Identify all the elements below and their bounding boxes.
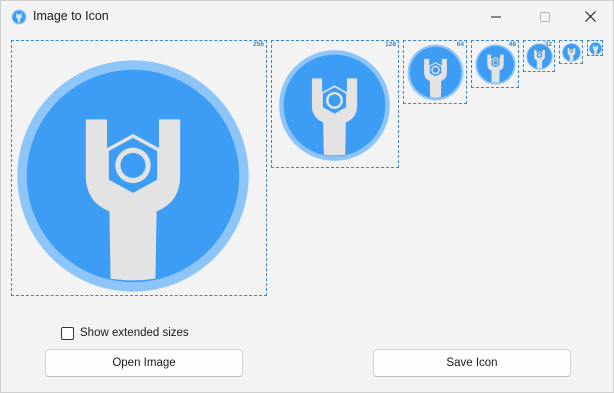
wrench-nut-icon xyxy=(562,43,581,62)
minimize-icon xyxy=(491,16,501,17)
preview-frame-64: 64 xyxy=(403,40,467,104)
wrench-nut-icon xyxy=(17,60,249,292)
open-image-button[interactable]: Open Image xyxy=(45,349,243,377)
title-bar: Image to Icon xyxy=(1,1,613,33)
preview-frame-128: 128 xyxy=(271,40,399,168)
show-extended-sizes-checkbox[interactable] xyxy=(61,326,74,340)
size-label: 128 xyxy=(385,41,396,48)
preview-frame-24: 24 xyxy=(559,40,583,64)
preview-frame-256: 256 xyxy=(11,40,267,296)
maximize-icon xyxy=(540,11,550,22)
app-icon xyxy=(11,9,27,25)
preview-frame-32: 32 xyxy=(523,40,555,72)
maximize-button[interactable] xyxy=(522,1,568,32)
wrench-nut-icon xyxy=(526,43,553,70)
show-extended-sizes-option[interactable]: Show extended sizes xyxy=(61,325,189,341)
preview-frame-16: 16 xyxy=(587,40,603,56)
close-icon xyxy=(584,11,596,22)
app-window: Image to Icon 256 128 64 48 32 Show exte… xyxy=(0,0,614,393)
preview-frame-48: 48 xyxy=(471,40,519,88)
wrench-nut-icon xyxy=(407,44,464,101)
wrench-nut-icon xyxy=(589,42,602,55)
save-icon-button[interactable]: Save Icon xyxy=(373,349,571,377)
size-label: 256 xyxy=(253,41,264,48)
wrench-nut-icon xyxy=(279,50,390,161)
close-button[interactable] xyxy=(567,1,613,32)
show-extended-sizes-label: Show extended sizes xyxy=(80,327,189,339)
wrench-nut-icon xyxy=(475,44,516,85)
window-title: Image to Icon xyxy=(33,9,109,23)
minimize-button[interactable] xyxy=(473,1,519,32)
